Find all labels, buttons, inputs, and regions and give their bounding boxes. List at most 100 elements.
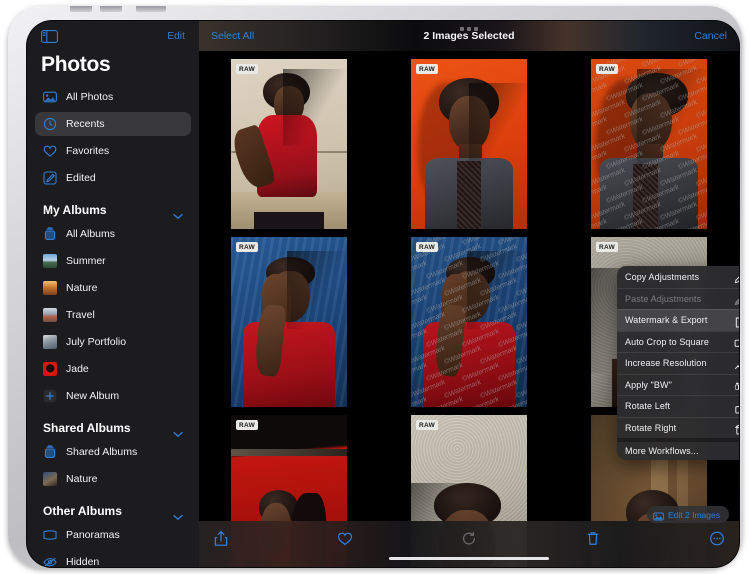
device-frame: Edit Photos All Photos xyxy=(8,6,742,568)
menu-item-watermark-export[interactable]: Watermark & Export xyxy=(617,309,739,331)
watermark-overlay: ©Watermark©Watermark©Watermark©Watermark… xyxy=(591,59,707,229)
sidebar-item-label: New Album xyxy=(66,390,119,402)
section-shared-albums[interactable]: Shared Albums xyxy=(35,411,191,440)
menu-item-rotate-right[interactable]: Rotate Right xyxy=(617,417,739,439)
photo-cell-selected[interactable]: ©Watermark©Watermark©Watermark©Watermark… xyxy=(591,59,707,229)
sidebar-item-shared-albums[interactable]: Shared Albums xyxy=(35,440,191,464)
menu-item-label: Rotate Left xyxy=(625,401,670,411)
menu-item-label: Increase Resolution xyxy=(625,358,706,368)
heart-icon[interactable] xyxy=(337,530,353,547)
screen: Edit Photos All Photos xyxy=(27,21,739,567)
sidebar-item-panoramas[interactable]: Panoramas xyxy=(35,523,191,547)
menu-item-increase-resolution[interactable]: Increase Resolution xyxy=(617,352,739,374)
sidebar-item-jade[interactable]: Jade xyxy=(35,357,191,381)
content-area: Select All 2 Images Selected Cancel xyxy=(199,21,739,567)
menu-item-more-workflows[interactable]: More Workflows... xyxy=(617,438,739,460)
edit-images-label: Edit 2 Images xyxy=(668,510,720,520)
heart-icon xyxy=(43,144,57,158)
rotate-right-icon xyxy=(734,422,739,433)
menu-item-label: Rotate Right xyxy=(625,423,676,433)
sidebar-item-label: Summer xyxy=(66,255,106,267)
rotate-icon[interactable] xyxy=(461,530,477,547)
raw-badge: RAW xyxy=(416,64,438,74)
menu-item-paste-adjustments: Paste Adjustments xyxy=(617,288,739,310)
sidebar-item-new-album[interactable]: New Album xyxy=(35,384,191,408)
menu-item-label: Copy Adjustments xyxy=(625,272,699,282)
photos-app-icon xyxy=(653,509,664,520)
volume-up-button[interactable] xyxy=(70,6,92,12)
section-title: My Albums xyxy=(43,203,107,217)
sidebar-item-label: Favorites xyxy=(66,145,109,157)
edit-images-button[interactable]: Edit 2 Images xyxy=(647,506,729,523)
sidebar-item-label: Edited xyxy=(66,172,96,184)
photo-thumbnail xyxy=(231,237,347,407)
photo-cell[interactable]: RAW xyxy=(231,237,347,407)
sidebar-item-all-photos[interactable]: All Photos xyxy=(35,85,191,109)
bottom-toolbar xyxy=(199,521,739,567)
album-thumbnail xyxy=(43,254,57,268)
pencil-square-icon xyxy=(43,171,57,185)
sidebar-item-shared-nature[interactable]: Nature xyxy=(35,467,191,491)
menu-item-copy-adjustments[interactable]: Copy Adjustments xyxy=(617,266,739,288)
sidebar-item-travel[interactable]: Travel xyxy=(35,303,191,327)
section-other-albums[interactable]: Other Albums xyxy=(35,494,191,523)
sidebar-item-label: All Photos xyxy=(66,91,113,103)
sidebar-item-summer[interactable]: Summer xyxy=(35,249,191,273)
sidebar-item-nature[interactable]: Nature xyxy=(35,276,191,300)
selection-toolbar: Select All 2 Images Selected Cancel xyxy=(199,21,739,51)
plus-icon xyxy=(43,389,57,403)
menu-item-label: Watermark & Export xyxy=(625,315,707,325)
sidebar-item-label: Travel xyxy=(66,309,95,321)
menu-item-rotate-left[interactable]: Rotate Left xyxy=(617,395,739,417)
sidebar-header: Edit xyxy=(35,21,191,51)
sidebar-item-recents[interactable]: Recents xyxy=(35,112,191,136)
section-my-albums[interactable]: My Albums xyxy=(35,193,191,222)
sidebar-edit-button[interactable]: Edit xyxy=(167,31,185,42)
power-button[interactable] xyxy=(136,6,166,12)
eye-slash-icon xyxy=(43,555,57,567)
volume-down-button[interactable] xyxy=(100,6,122,12)
menu-item-label: More Workflows... xyxy=(625,446,699,456)
raw-badge: RAW xyxy=(416,420,438,430)
sidebar-item-label: Jade xyxy=(66,363,89,375)
select-all-button[interactable]: Select All xyxy=(211,30,254,42)
sidebar-item-label: Recents xyxy=(66,118,105,130)
share-icon[interactable] xyxy=(213,530,229,547)
section-title: Other Albums xyxy=(43,504,122,518)
raw-badge: RAW xyxy=(596,242,618,252)
sidebar: Edit Photos All Photos xyxy=(27,21,199,567)
menu-item-apply-bw[interactable]: Apply "BW" xyxy=(617,374,739,396)
sidebar-item-hidden[interactable]: Hidden xyxy=(35,550,191,567)
eyedropper-icon xyxy=(734,271,739,282)
sidebar-item-favorites[interactable]: Favorites xyxy=(35,139,191,163)
raw-badge: RAW xyxy=(596,64,618,74)
album-thumbnail xyxy=(43,335,57,349)
album-thumbnail xyxy=(43,281,57,295)
album-thumbnail xyxy=(43,308,57,322)
trash-icon[interactable] xyxy=(585,530,601,547)
sidebar-toggle-icon[interactable] xyxy=(41,30,58,43)
sidebar-item-label: Panoramas xyxy=(66,529,120,541)
photo-cell[interactable]: RAW xyxy=(231,59,347,229)
home-indicator[interactable] xyxy=(389,557,549,561)
chevron-down-icon[interactable] xyxy=(173,207,183,214)
sidebar-item-all-albums[interactable]: All Albums xyxy=(35,222,191,246)
sidebar-item-july-portfolio[interactable]: July Portfolio xyxy=(35,330,191,354)
sidebar-item-edited[interactable]: Edited xyxy=(35,166,191,190)
multitask-dots-icon[interactable] xyxy=(460,27,478,31)
photo-cell[interactable]: RAW xyxy=(411,59,527,229)
sidebar-item-label: Nature xyxy=(66,473,98,485)
chevron-down-icon[interactable] xyxy=(173,425,183,432)
sidebar-item-label: Nature xyxy=(66,282,98,294)
photo-cell-selected[interactable]: ©Watermark©Watermark©Watermark©Watermark… xyxy=(411,237,527,407)
cancel-button[interactable]: Cancel xyxy=(694,30,727,42)
raw-badge: RAW xyxy=(416,242,438,252)
album-stack-icon xyxy=(43,445,57,459)
menu-item-auto-crop-square[interactable]: Auto Crop to Square xyxy=(617,331,739,353)
ellipsis-circle-icon[interactable] xyxy=(709,530,725,547)
watermark-overlay: ©Watermark©Watermark©Watermark©Watermark… xyxy=(411,237,527,407)
menu-item-label: Auto Crop to Square xyxy=(625,337,709,347)
chevron-down-icon[interactable] xyxy=(173,508,183,515)
sidebar-item-label: July Portfolio xyxy=(66,336,126,348)
panorama-icon xyxy=(43,528,57,542)
